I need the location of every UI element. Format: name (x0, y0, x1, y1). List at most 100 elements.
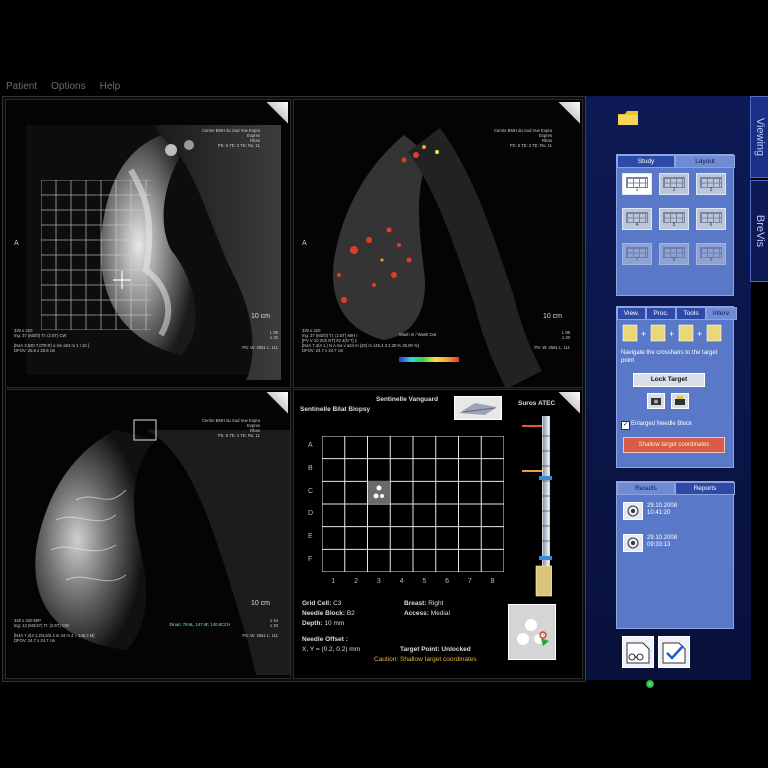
caution-message: Caution: Shallow target coordinates (374, 656, 477, 663)
pane-header-info: Centre BMH du Sud Vue Expra Expres Rhao PS… (201, 128, 260, 148)
intervention-panel: View. Proc. Tools Interv. + + + Navigate… (616, 306, 737, 468)
pane-top-left[interactable]: Centre BMH du Sud Vue Expra Expres Rhao PS… (5, 99, 291, 388)
layout-option-8[interactable]: 8 (659, 243, 689, 265)
pane-bottom-left[interactable]: Centre BMH du Sud Vue Expra Expres Rhao PS… (5, 389, 291, 679)
grid-col-label: 5 (422, 578, 427, 585)
grid-col-label: 3 (376, 578, 381, 585)
tab-view[interactable]: View. (617, 307, 646, 320)
device-title: Sentinelle Vanguard (376, 396, 439, 403)
breast-info: Breast: Right (404, 600, 444, 607)
result-item-2[interactable]: 29.10.2008 09:33:13 (647, 535, 677, 549)
layout-panel: Study Layout 1 2 3 4 5 6 7 8 9 (616, 154, 735, 296)
grid-row-label: C (308, 487, 314, 495)
save-check-icon[interactable] (658, 636, 690, 668)
pane-footer-right: L 88 1 20 PS: W: 2561 L: 111 (242, 330, 278, 350)
grid-row-label: D (308, 510, 314, 518)
grid-row-label: A (308, 442, 313, 450)
results-tabs: Results Reports (617, 482, 735, 495)
layout-option-6[interactable]: 6 (696, 208, 726, 230)
result-thumbnail-icon[interactable] (623, 502, 643, 520)
status-indicator-icon (646, 680, 654, 688)
menu-help[interactable]: Help (100, 80, 121, 94)
tab-layout[interactable]: Layout (675, 155, 735, 168)
svg-text:+: + (697, 329, 702, 339)
grid-col-label: 4 (399, 578, 404, 585)
layout-option-7[interactable]: 7 (622, 243, 652, 265)
result-thumbnail-icon[interactable] (623, 534, 643, 552)
needle-device-diagram (522, 416, 552, 597)
scale-label: 10 cm (542, 313, 562, 320)
layout-option-1[interactable]: 1 (622, 173, 652, 195)
needle-offset-label: Needle Offset : (302, 636, 348, 643)
needle-offset-value: X, Y = (0.2, 0.2) mm (302, 646, 361, 653)
tab-brevis[interactable]: BreVis (750, 180, 768, 282)
menu-options[interactable]: Options (51, 80, 85, 94)
access-info: Access: Medial (404, 610, 450, 617)
layout-option-3[interactable]: 3 (696, 173, 726, 195)
pane-footer-info: 320 x 320 Ing: 37 (M2/0) TI: (2.5T) CW [N… (14, 328, 89, 353)
pane-corner-handle[interactable] (266, 392, 288, 414)
grid-cell-info: Grid Cell: C3 (302, 600, 342, 607)
scale-label: 10 cm (250, 313, 270, 320)
needle-block-info: Needle Block: B2 (302, 610, 355, 617)
grid-row-label: E (308, 533, 313, 540)
pane-top-right[interactable]: Centre BMH du Sud Vue Expra Expres Rhao PS… (293, 99, 583, 388)
control-panel: Study Layout 1 2 3 4 5 6 7 8 9 View. Pro… (585, 96, 751, 680)
workflow-steps-icon: + + + (622, 324, 722, 342)
grid-col-label: 8 (490, 578, 495, 585)
grid-row-label: F (308, 555, 313, 563)
tab-tools[interactable]: Tools (676, 307, 706, 320)
disconnect-icon[interactable] (622, 636, 654, 668)
tab-proc[interactable]: Proc. (646, 307, 676, 320)
results-panel: Results Reports 29.10.2008 10:41:20 29.10… (616, 481, 735, 629)
procedure-subtitle: Sentinelle Bilat Biopsy (300, 406, 371, 413)
orientation-label: A (14, 240, 19, 247)
layout-option-5[interactable]: 5 (659, 208, 689, 230)
grid-row-label: B (308, 465, 313, 472)
grid-col-label: 1 (331, 578, 336, 585)
svg-text:+: + (669, 329, 674, 339)
result-item-1[interactable]: 29.10.2008 10:41:20 (647, 503, 677, 517)
tool-tabs: View. Proc. Tools Interv. (617, 307, 737, 320)
grid-col-label: 6 (445, 578, 450, 585)
pane-planning[interactable]: Sentinelle Vanguard Sentinelle Bilat Bio… (293, 389, 583, 679)
needle-block-grid[interactable] (322, 436, 504, 572)
pane-footer-right: 1 44 1 20 PS: W: 2561 L: 111 (242, 618, 278, 638)
pane-corner-handle[interactable] (558, 392, 580, 414)
folder-icon[interactable] (618, 111, 638, 125)
tab-study[interactable]: Study (617, 155, 675, 168)
shallow-target-warning-button[interactable]: Shallow target coordinates (623, 437, 725, 453)
depth-info: Depth: 10 mm (302, 620, 345, 627)
target-preview-thumbnail (508, 604, 556, 660)
orientation-label: A (302, 240, 307, 247)
pane-header-info: Centre BMH du Sud Vue Expra Expres Rhao PS… (201, 418, 260, 438)
tab-interv[interactable]: Interv. (706, 307, 737, 320)
study-layout-tabs: Study Layout (617, 155, 735, 168)
svg-text:+: + (641, 329, 646, 339)
tab-viewing[interactable]: Viewing (750, 96, 768, 178)
needle-device-label: Suros ATEC (518, 400, 556, 407)
printer-icon[interactable] (671, 393, 689, 409)
layout-option-4[interactable]: 4 (622, 208, 652, 230)
menu-patient[interactable]: Patient (6, 80, 37, 94)
target-point-status: Target Point: Unlocked (400, 646, 471, 653)
color-scale-bar (399, 357, 459, 362)
pane-corner-handle[interactable] (266, 102, 288, 124)
layout-option-9[interactable]: 9 (696, 243, 726, 265)
instruction-text: Navigate the crosshairs to the target po… (621, 350, 718, 364)
grid-col-label: 2 (354, 578, 359, 585)
pane-footer-info: 320 x 320 MIP Ing: 12 (M2/47) TI: (2.5T) … (14, 618, 95, 643)
scale-label: 10 cm (250, 600, 270, 607)
tab-results[interactable]: Results (617, 482, 675, 495)
lock-target-button[interactable]: Lock Target (633, 373, 705, 387)
tab-reports[interactable]: Reports (675, 482, 735, 495)
grid-col-label: 7 (467, 578, 472, 585)
image-viewer: Centre BMH du Sud Vue Expra Expres Rhao PS… (2, 96, 586, 682)
layout-option-2[interactable]: 2 (659, 173, 689, 195)
enlarged-block-checkbox[interactable]: ✓ (621, 421, 630, 430)
camera-icon[interactable] (647, 393, 665, 409)
pane-header-info: Centre BMH du Sud Vue Expra Expres Rhao PS… (493, 128, 552, 148)
pane-footer-info: 320 x 320 Ing: 37 (M2/0) TI: (2.5T) MIH I… (302, 328, 420, 353)
pane-corner-handle[interactable] (558, 102, 580, 124)
pixel-readout: Dinan: 79.9L, 147.4F, 140.6CCH (169, 622, 230, 627)
